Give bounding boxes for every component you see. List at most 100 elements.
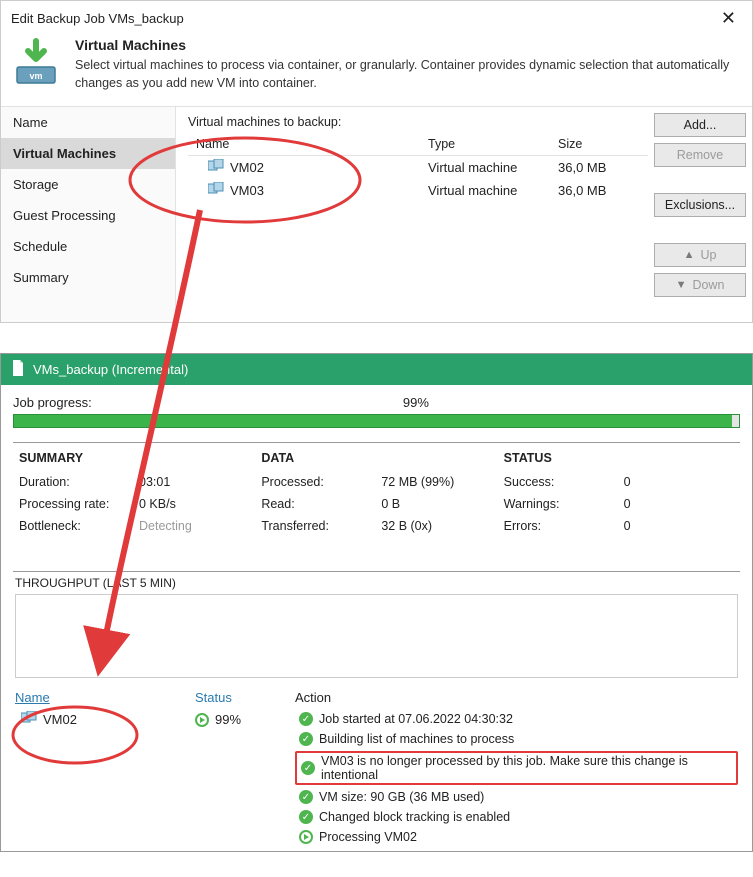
progress-value: 99% (92, 395, 740, 410)
edit-backup-job-dialog: Edit Backup Job VMs_backup ✕ vm Virtual … (0, 0, 753, 323)
read-label: Read: (261, 497, 381, 511)
duration-label: Duration: (19, 475, 139, 489)
dialog-body: Name Virtual Machines Storage Guest Proc… (1, 106, 752, 322)
vms-area: Virtual machines to backup: Name Type Si… (188, 113, 648, 316)
panel-inner: Job progress: 99% SUMMARY Duration:03:01… (1, 385, 752, 851)
vm-status-value: 99% (215, 712, 241, 727)
vm-icon (208, 182, 224, 199)
vms-content: Virtual machines to backup: Name Type Si… (176, 107, 752, 322)
remove-button[interactable]: Remove (654, 143, 746, 167)
up-button[interactable]: ▲ Up (654, 243, 746, 267)
col-type-header[interactable]: Type (428, 137, 558, 151)
action-row[interactable]: Processing VM02 (295, 829, 738, 845)
vm-table-header: Name Type Size (188, 133, 648, 156)
action-row[interactable]: ✓ Job started at 07.06.2022 04:30:32 (295, 711, 738, 727)
vm-size: 36,0 MB (558, 160, 648, 175)
vm-stage-icon: vm (11, 37, 61, 87)
action-row-highlighted[interactable]: ✓ VM03 is no longer processed by this job… (295, 751, 738, 785)
progress-label: Job progress: (13, 395, 92, 410)
vm-type: Virtual machine (428, 183, 558, 198)
job-doc-icon (11, 360, 25, 379)
bottleneck-label: Bottleneck: (19, 519, 139, 533)
bottom-area: Name Status VM02 99% (13, 690, 740, 845)
action-row[interactable]: ✓ Changed block tracking is enabled (295, 809, 738, 825)
action-text: Processing VM02 (319, 830, 417, 844)
processed-label: Processed: (261, 475, 381, 489)
add-button[interactable]: Add... (654, 113, 746, 137)
wizard-nav: Name Virtual Machines Storage Guest Proc… (1, 107, 176, 322)
button-column: Add... Remove Exclusions... ▲ Up ▼ Down (654, 113, 746, 316)
bottleneck-value: Detecting (139, 519, 192, 533)
play-icon (299, 830, 313, 844)
arrow-up-icon: ▲ (684, 249, 695, 261)
table-row[interactable]: VM02 Virtual machine 36,0 MB (188, 156, 648, 179)
duration-value: 03:01 (139, 475, 170, 489)
success-label: Success: (504, 475, 624, 489)
action-row[interactable]: ✓Building list of machines to process (295, 731, 738, 747)
exclusions-button[interactable]: Exclusions... (654, 193, 746, 217)
read-value: 0 B (381, 497, 400, 511)
ok-icon: ✓ (299, 810, 313, 824)
vm-name-text: VM02 (43, 712, 77, 727)
action-text: Changed block tracking is enabled (319, 810, 510, 824)
throughput-label: THROUGHPUT (LAST 5 MIN) (13, 572, 740, 590)
col-size-header[interactable]: Size (558, 137, 648, 151)
dialog-header-text: Virtual Machines Select virtual machines… (75, 37, 742, 92)
ok-icon: ✓ (299, 712, 313, 726)
nav-item-name[interactable]: Name (1, 107, 175, 138)
vm-name: VM02 (230, 160, 264, 175)
status-col: STATUS Success:0 Warnings:0 Errors:0 (498, 443, 740, 571)
transferred-label: Transferred: (261, 519, 381, 533)
close-icon[interactable]: ✕ (715, 9, 742, 27)
action-text: Job started at 07.06.2022 04:30:32 (319, 712, 513, 726)
vm-icon (21, 711, 37, 728)
col-name-header[interactable]: Name (188, 137, 428, 151)
action-text: VM03 is no longer processed by this job.… (321, 754, 732, 782)
action-column-head[interactable]: Action (295, 690, 738, 705)
summary-col: SUMMARY Duration:03:01 Processing rate:0… (13, 443, 255, 571)
nav-item-schedule[interactable]: Schedule (1, 231, 175, 262)
status-column-head[interactable]: Status (195, 690, 285, 705)
job-title-bar: VMs_backup (Incremental) (1, 354, 752, 385)
list-item[interactable]: VM02 (15, 711, 195, 728)
nav-item-summary[interactable]: Summary (1, 262, 175, 293)
nav-item-storage[interactable]: Storage (1, 169, 175, 200)
nav-item-virtual-machines[interactable]: Virtual Machines (1, 138, 175, 169)
play-icon (195, 713, 209, 727)
summary-head: SUMMARY (19, 451, 249, 465)
vm-icon (208, 159, 224, 176)
data-head: DATA (261, 451, 491, 465)
action-list: ✓Job started at 07.06.2022 04:30:32 ✓Bui… (295, 711, 738, 845)
table-row[interactable]: VM03 Virtual machine 36,0 MB (188, 179, 648, 202)
bottom-left-col: Name Status VM02 99% (15, 690, 285, 845)
vm-type: Virtual machine (428, 160, 558, 175)
down-label: Down (692, 278, 724, 292)
nav-item-guest-processing[interactable]: Guest Processing (1, 200, 175, 231)
dialog-header: vm Virtual Machines Select virtual machi… (1, 31, 752, 106)
action-row[interactable]: ✓VM size: 90 GB (36 MB used) (295, 789, 738, 805)
action-text: Building list of machines to process (319, 732, 514, 746)
dialog-title: Edit Backup Job VMs_backup (11, 11, 184, 26)
success-value: 0 (624, 475, 631, 489)
bottom-right-col: Action ✓ Job started at 07.06.2022 04:30:… (295, 690, 738, 845)
processing-rate-value: 0 KB/s (139, 497, 176, 511)
errors-label: Errors: (504, 519, 624, 533)
arrow-down-icon: ▼ (676, 279, 687, 291)
up-label: Up (700, 248, 716, 262)
warnings-value: 0 (624, 497, 631, 511)
stats-section: SUMMARY Duration:03:01 Processing rate:0… (13, 442, 740, 572)
name-column-head[interactable]: Name (15, 690, 195, 705)
dialog-heading: Virtual Machines (75, 37, 742, 53)
ok-icon: ✓ (299, 790, 313, 804)
down-button[interactable]: ▼ Down (654, 273, 746, 297)
vm-status: 99% (195, 712, 285, 727)
dialog-subtext: Select virtual machines to process via c… (75, 57, 742, 92)
dialog-titlebar: Edit Backup Job VMs_backup ✕ (1, 1, 752, 31)
vms-label: Virtual machines to backup: (188, 115, 648, 129)
progress-row: Job progress: 99% (13, 395, 740, 410)
transferred-value: 32 B (0x) (381, 519, 432, 533)
processing-rate-label: Processing rate: (19, 497, 139, 511)
progress-bar (13, 414, 740, 428)
ok-icon: ✓ (301, 761, 315, 775)
processed-value: 72 MB (99%) (381, 475, 454, 489)
